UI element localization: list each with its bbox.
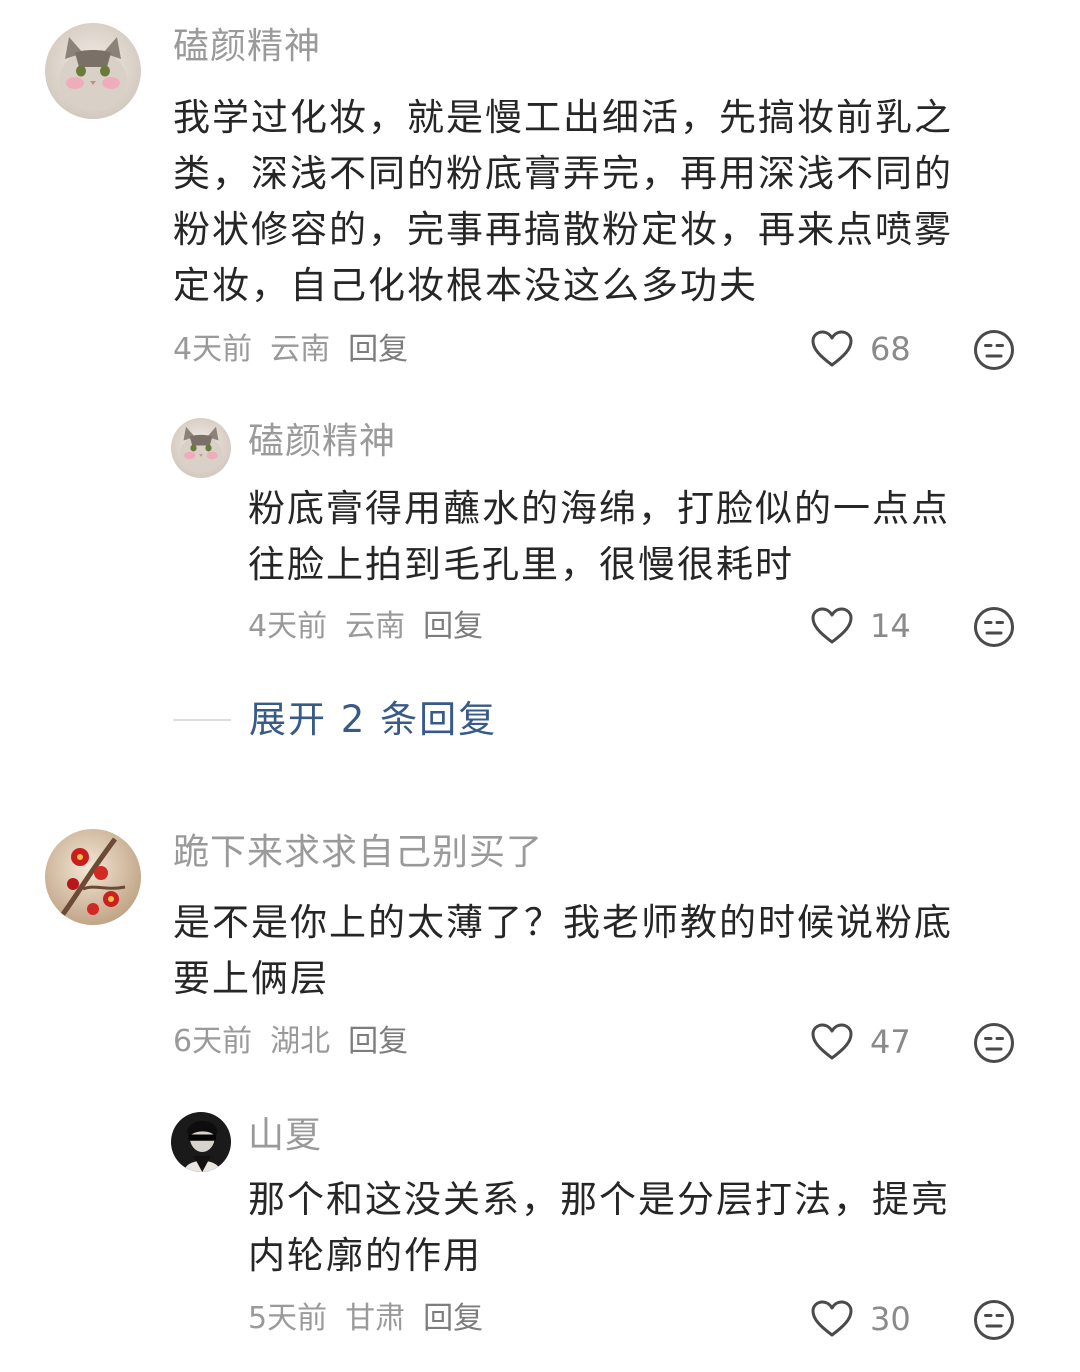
location: 云南 bbox=[270, 332, 331, 367]
reply-text: 那个和这没关系，那个是分层打法，提亮 内轮廓的作用 bbox=[248, 1172, 1028, 1284]
avatar[interactable] bbox=[45, 829, 141, 925]
reply-button[interactable]: 回复 bbox=[348, 1022, 408, 1062]
avatar[interactable] bbox=[45, 23, 141, 119]
heart-icon bbox=[810, 606, 854, 646]
comment-text: 我学过化妆，就是慢工出细活，先搞妆前乳之 类，深浅不同的粉底膏弄完，再用深浅不同… bbox=[173, 90, 1033, 314]
comment-line: 那个和这没关系，那个是分层打法，提亮 bbox=[248, 1178, 950, 1221]
plum-blossom-avatar-icon bbox=[45, 829, 141, 925]
dislike-face-icon[interactable] bbox=[973, 606, 1015, 648]
expand-replies-label: 展开 2 条回复 bbox=[249, 698, 498, 741]
dislike-face-icon[interactable] bbox=[973, 1022, 1015, 1064]
dark-portrait-avatar-icon bbox=[171, 1112, 231, 1172]
comment-line: 内轮廓的作用 bbox=[248, 1234, 482, 1277]
reply-button[interactable]: 回复 bbox=[348, 330, 408, 370]
dislike-face-icon[interactable] bbox=[973, 329, 1015, 371]
comment-line: 要上俩层 bbox=[173, 957, 329, 1000]
like-button[interactable]: 30 bbox=[810, 1299, 911, 1339]
like-button[interactable]: 14 bbox=[810, 606, 911, 646]
expand-replies-button[interactable]: 展开 2 条回复 bbox=[173, 698, 497, 742]
like-button[interactable]: 47 bbox=[810, 1022, 911, 1062]
dislike-face-icon[interactable] bbox=[973, 1299, 1015, 1341]
comment-line: 是不是你上的太薄了？我老师教的时候说粉底 bbox=[173, 901, 953, 944]
like-count: 14 bbox=[870, 607, 911, 645]
comment-line: 粉底膏得用蘸水的海绵，打脸似的一点点 bbox=[248, 487, 950, 530]
timestamp: 4天前 bbox=[248, 609, 328, 644]
comment-meta: 4天前 云南 回复 bbox=[173, 330, 408, 370]
divider bbox=[173, 719, 231, 721]
comment-line: 类，深浅不同的粉底膏弄完，再用深浅不同的 bbox=[173, 152, 953, 195]
location: 湖北 bbox=[270, 1024, 331, 1059]
comment-line: 往脸上拍到毛孔里，很慢很耗时 bbox=[248, 543, 794, 586]
heart-icon bbox=[810, 329, 854, 369]
like-count: 68 bbox=[870, 330, 911, 368]
heart-icon bbox=[810, 1022, 854, 1062]
timestamp: 6天前 bbox=[173, 1024, 253, 1059]
location: 云南 bbox=[345, 609, 406, 644]
comment-meta: 5天前 甘肃 回复 bbox=[248, 1299, 483, 1339]
location: 甘肃 bbox=[345, 1301, 406, 1336]
comment-line: 粉状修容的，完事再搞散粉定妆，再来点喷雾 bbox=[173, 208, 953, 251]
username[interactable]: 磕颜精神 bbox=[173, 25, 321, 69]
cat-avatar-icon bbox=[45, 23, 141, 119]
comment-line: 定妆，自己化妆根本没这么多功夫 bbox=[173, 264, 758, 307]
reply-button[interactable]: 回复 bbox=[423, 1299, 483, 1339]
like-button[interactable]: 68 bbox=[810, 329, 911, 369]
reply-text: 粉底膏得用蘸水的海绵，打脸似的一点点 往脸上拍到毛孔里，很慢很耗时 bbox=[248, 481, 1028, 593]
timestamp: 4天前 bbox=[173, 332, 253, 367]
avatar[interactable] bbox=[171, 418, 231, 478]
cat-avatar-icon bbox=[171, 418, 231, 478]
timestamp: 5天前 bbox=[248, 1301, 328, 1336]
like-count: 30 bbox=[870, 1300, 911, 1338]
heart-icon bbox=[810, 1299, 854, 1339]
comment-text: 是不是你上的太薄了？我老师教的时候说粉底 要上俩层 bbox=[173, 895, 1033, 1007]
username[interactable]: 磕颜精神 bbox=[248, 420, 396, 464]
comment-meta: 4天前 云南 回复 bbox=[248, 607, 483, 647]
reply-button[interactable]: 回复 bbox=[423, 607, 483, 647]
comment-line: 我学过化妆，就是慢工出细活，先搞妆前乳之 bbox=[173, 96, 953, 139]
username[interactable]: 跪下来求求自己别买了 bbox=[173, 831, 543, 875]
like-count: 47 bbox=[870, 1023, 911, 1061]
comment-meta: 6天前 湖北 回复 bbox=[173, 1022, 408, 1062]
avatar[interactable] bbox=[171, 1112, 231, 1172]
username[interactable]: 山夏 bbox=[248, 1114, 322, 1158]
